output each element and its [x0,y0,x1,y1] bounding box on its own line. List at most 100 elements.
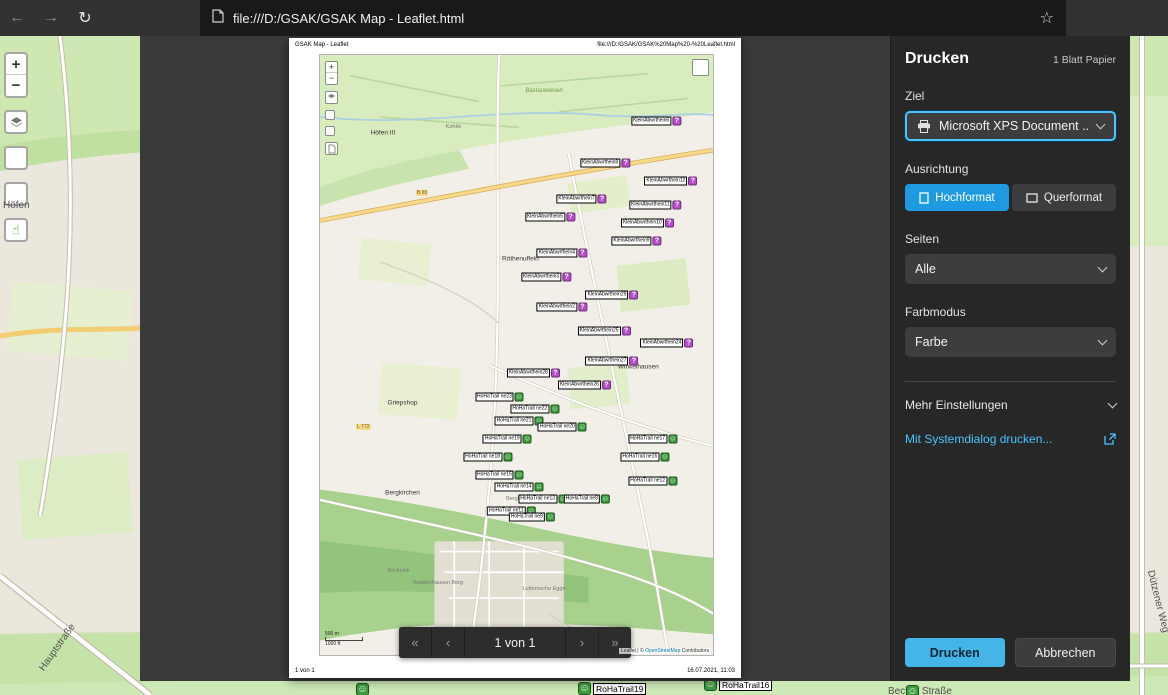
map-place-label: Lutternsche Egge [522,586,565,592]
cancel-button[interactable]: Abbrechen [1015,638,1117,667]
chevron-down-icon [1096,120,1106,130]
cache-marker: HoHaTrail ne22☺ [510,405,559,414]
address-bar[interactable]: file:///D:/GSAK/GSAK Map - Leaflet.html … [200,0,1066,36]
cache-marker-label: KleinAbwrthein26 [558,381,601,390]
unfound-cache-icon: ? [653,237,662,246]
cache-marker: HoHaTrail ne20☺ [538,423,587,432]
found-cache-icon: ☺ [668,435,677,444]
cache-marker: KleinAbwrthein6? [631,117,681,126]
print-button[interactable]: Drucken [905,638,1005,667]
external-link-icon [1104,433,1116,445]
cache-marker: KleinAbwrthein11? [629,201,682,210]
unfound-cache-icon: ? [578,303,587,312]
chevron-down-icon [1098,263,1108,273]
found-cache-icon[interactable]: ☺ [906,685,919,695]
preview-checkbox-2 [325,126,335,136]
map-place-label: Becker Straße [888,686,952,695]
layers-control-button[interactable] [4,110,28,134]
pages-value: Alle [915,262,1091,276]
cache-marker: HoHaTrail ne14☺ [495,483,544,492]
destination-value: Microsoft XPS Document ... [939,119,1089,133]
unfound-cache-icon: ? [665,219,674,228]
found-cache-icon: ☺ [668,477,677,486]
found-cache-icon: ☺ [515,471,524,480]
more-settings-toggle[interactable]: Mehr Einstellungen [905,398,1116,412]
browser-toolbar: ← → ↻ file:///D:/GSAK/GSAK Map - Leaflet… [0,0,1168,36]
cache-marker-label: KleinAbwrthein24 [641,339,684,348]
unfound-cache-icon: ? [602,381,611,390]
cache-marker[interactable]: ☺ [356,683,369,695]
found-cache-icon: ☺ [550,405,559,414]
color-mode-value: Farbe [915,335,1091,349]
url-text: file:///D:/GSAK/GSAK Map - Leaflet.html [233,11,1031,26]
system-dialog-link[interactable]: Mit Systemdialog drucken... [905,432,1116,446]
color-mode-select[interactable]: Farbe [905,327,1116,357]
pages-label: Seiten [905,232,1116,246]
cache-marker: KleinAbwrthein3? [521,273,571,282]
unfound-cache-icon: ? [621,159,630,168]
unfound-cache-icon: ? [578,249,587,258]
zoom-in-button[interactable]: + [6,54,26,75]
map-place-label: Haddenhausen Berg [413,580,463,586]
preview-checkbox-1 [325,110,335,120]
hand-icon: ☝ [12,222,20,238]
map-place-label: L 772 [356,424,370,430]
zoom-out-button[interactable]: − [6,75,26,96]
pan-tool-button[interactable]: ☝ [4,218,28,242]
previous-page-button[interactable]: ‹ [432,627,464,658]
found-cache-icon[interactable]: ☺ [578,682,591,695]
first-page-button[interactable]: « [399,627,431,658]
cache-marker-label: KleinAbwrthein2 [537,303,577,312]
cache-marker-label: KleinAbwrthein9 [611,237,651,246]
cache-marker-label: KleinAbwrthein5 [525,213,565,222]
cache-marker: HoHaTrail ne12☺ [628,477,677,486]
preview-zoom-out: − [326,73,337,84]
chevron-down-icon [1108,399,1118,409]
cache-marker: KleinAbwrthein4? [537,249,587,258]
map-place-label: Bastauwiesen [525,88,562,94]
found-cache-icon: ☺ [523,435,532,444]
reload-icon[interactable]: ↻ [68,0,102,36]
preview-pagination: « ‹ 1 von 1 › » [399,627,631,658]
cache-marker: KleinAbwrthein9? [611,237,661,246]
found-cache-icon: ☺ [660,453,669,462]
cache-marker: HoHaTrail ne17☺ [628,435,677,444]
favorite-star-icon[interactable]: ☆ [1040,8,1054,28]
cache-marker: HoHaTrail ne15☺ [475,471,524,480]
pages-select[interactable]: Alle [905,254,1116,284]
cache-marker-label: HoHaTrail ne20 [538,423,577,432]
cache-marker: HoHaTrail ne13☺ [518,495,567,504]
cache-marker[interactable]: ☺ [906,685,919,695]
print-preview-page: GSAK Map - Leaflet file:///D:/GSAK/GSAK%… [289,38,741,678]
cache-marker[interactable]: ☺RoHaTrail19 [578,682,646,695]
map-controls: + − ☝ [4,52,28,242]
forward-icon[interactable]: → [34,0,68,36]
found-cache-icon: ☺ [601,495,610,504]
cache-marker: HoHaTrail ne21☺ [495,417,544,426]
map-place-label: Höfen III [371,130,396,137]
cache-marker: HoHaTrail ne18☺ [463,453,512,462]
found-cache-icon[interactable]: ☺ [356,683,369,695]
preview-attribution: Leaflet | © OpenStreetMap Contributors [619,648,711,654]
cache-marker-label: KleinAbwrthein28 [507,369,550,378]
unfound-cache-icon: ? [672,117,681,126]
cache-marker: HoHaTrail ne19☺ [483,435,532,444]
chevron-down-icon [1098,336,1108,346]
map-place-label: Kricksiek [388,568,410,574]
unfound-cache-icon: ? [629,291,638,300]
preview-zoom-in: + [326,62,337,73]
cache-marker: KleinAbwrthein8? [580,159,630,168]
landscape-button[interactable]: Querformat [1012,184,1116,211]
back-icon[interactable]: ← [0,0,34,36]
cache-marker-label: HoHaTrail ne19 [483,435,522,444]
cache-marker: KleinAbwrthein25? [578,327,631,336]
print-footer-date: 16.07.2021, 11:03 [687,668,735,674]
map-place-label: Röthenuffeln [502,256,539,263]
portrait-button[interactable]: Hochformat [905,184,1009,211]
destination-select[interactable]: Microsoft XPS Document ... [905,111,1116,141]
next-page-button[interactable]: › [566,627,598,658]
cache-marker-label: HoHaTrail ne16 [620,453,659,462]
cache-marker: KleinAbwrthein5? [525,213,575,222]
print-preview-backdrop: GSAK Map - Leaflet file:///D:/GSAK/GSAK%… [140,36,890,681]
map-checkbox-1[interactable] [4,146,28,170]
